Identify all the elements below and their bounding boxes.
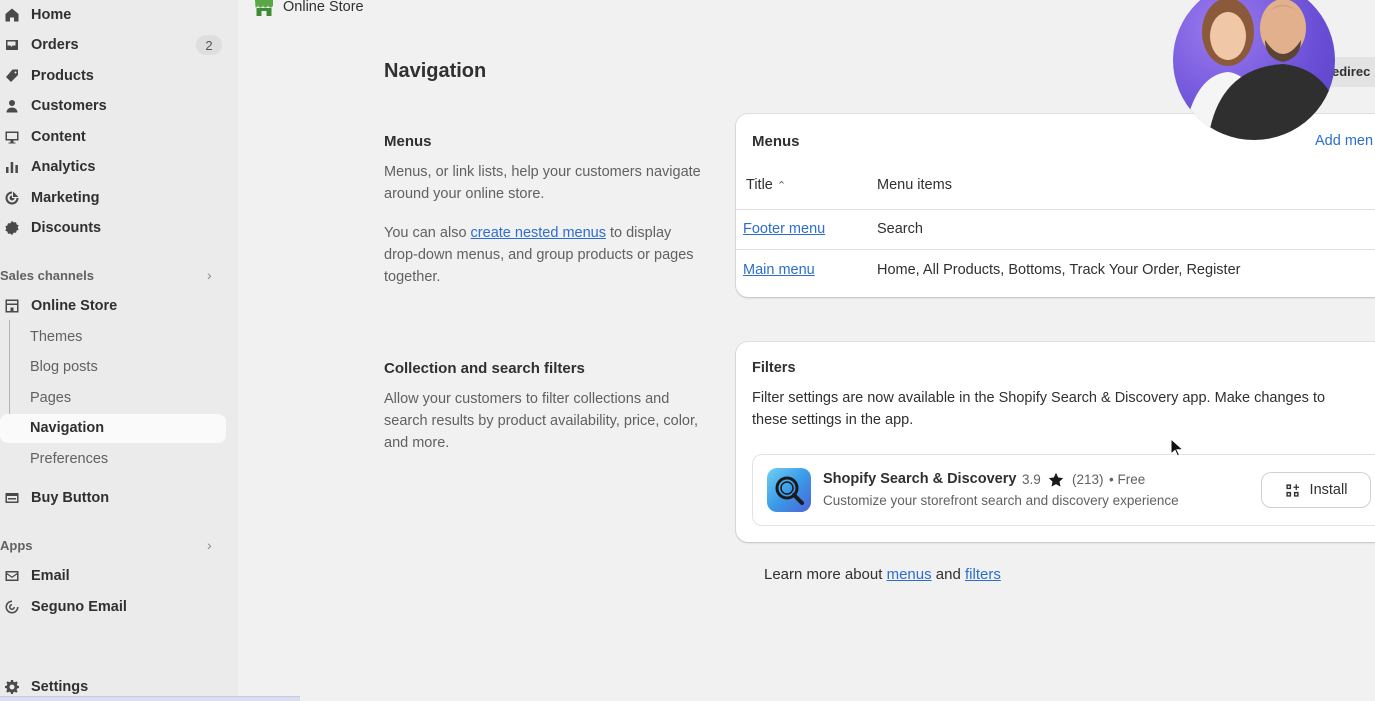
add-menu-button[interactable]: Add men bbox=[1315, 133, 1373, 149]
menus-card: Menus Add men Title ⌃ Menu items Footer … bbox=[736, 114, 1375, 297]
sidebar-item-label: Products bbox=[31, 68, 94, 84]
install-label: Install bbox=[1309, 482, 1348, 498]
footer-menu-link[interactable]: Footer menu bbox=[743, 221, 825, 237]
orders-icon bbox=[1, 34, 23, 56]
sidebar-item-customers[interactable]: Customers bbox=[0, 92, 107, 120]
page-title: Navigation bbox=[384, 60, 487, 82]
gear-icon bbox=[1, 676, 23, 698]
buy-button-icon bbox=[1, 487, 23, 509]
install-apps-icon bbox=[1285, 483, 1299, 497]
sidebar-item-marketing[interactable]: Marketing bbox=[0, 184, 100, 212]
search-discovery-app-icon bbox=[767, 468, 811, 512]
person-icon bbox=[1, 95, 23, 117]
menus-card-title: Menus bbox=[752, 133, 800, 150]
apps-heading: Apps bbox=[0, 538, 33, 553]
menus-section-description: Menus, or link lists, help your customer… bbox=[384, 164, 701, 202]
sidebar-item-label: Seguno Email bbox=[31, 599, 127, 615]
table-divider bbox=[736, 209, 1375, 210]
topbar-title[interactable]: Online Store bbox=[283, 0, 364, 15]
learn-more-text: Learn more about menus and filters bbox=[764, 566, 1001, 583]
sales-channels-chevron-icon[interactable]: › bbox=[207, 267, 212, 283]
column-header-menu-items: Menu items bbox=[877, 177, 952, 193]
content-icon bbox=[1, 126, 23, 148]
sidebar-item-content[interactable]: Content bbox=[0, 123, 86, 151]
main-menu-link[interactable]: Main menu bbox=[743, 262, 815, 278]
sidebar-item-label: Email bbox=[31, 568, 70, 584]
app-rating: 3.9 bbox=[1022, 472, 1041, 487]
table-divider bbox=[736, 249, 1375, 250]
email-icon bbox=[1, 565, 23, 587]
filters-card-text: Filter settings are now available in the… bbox=[752, 390, 1326, 428]
app-name[interactable]: Shopify Search & Discovery bbox=[823, 471, 1016, 487]
create-nested-menus-link[interactable]: create nested menus bbox=[471, 225, 606, 241]
sidebar-item-label: Marketing bbox=[31, 190, 100, 206]
column-header-title[interactable]: Title ⌃ bbox=[746, 177, 786, 193]
sort-icon: ⌃ bbox=[776, 180, 787, 192]
sidebar-sub-preferences[interactable]: Preferences bbox=[30, 451, 108, 467]
mouse-cursor-icon bbox=[1170, 438, 1184, 457]
sidebar-sub-themes[interactable]: Themes bbox=[30, 329, 82, 345]
sidebar-item-products[interactable]: Products bbox=[0, 62, 94, 90]
online-store-icon bbox=[255, 0, 273, 16]
star-icon bbox=[1048, 472, 1064, 487]
app-review-count: (213) bbox=[1072, 472, 1104, 487]
sidebar-item-label: Discounts bbox=[31, 220, 102, 236]
tag-icon bbox=[1, 65, 23, 87]
nested-menus-description: You can also create nested menus to disp… bbox=[384, 225, 694, 285]
seguno-icon bbox=[1, 596, 23, 618]
table-cell-menu-items: Search bbox=[877, 221, 923, 237]
table-cell-menu-items: Home, All Products, Bottoms, Track Your … bbox=[877, 262, 1241, 278]
target-icon bbox=[1, 187, 23, 209]
sidebar-item-label: Settings bbox=[31, 679, 89, 695]
filters-card-title: Filters bbox=[752, 360, 796, 376]
sidebar-item-label: Content bbox=[31, 129, 86, 145]
sidebar: Home Orders 2 Products Customers Content… bbox=[0, 0, 238, 701]
menus-section-heading: Menus bbox=[384, 133, 432, 150]
bottom-strip bbox=[0, 696, 300, 701]
sidebar-item-label: Analytics bbox=[31, 159, 96, 175]
sidebar-item-online-store[interactable]: Online Store bbox=[0, 292, 117, 320]
sidebar-item-seguno-email[interactable]: Seguno Email bbox=[0, 593, 127, 621]
sidebar-item-discounts[interactable]: Discounts bbox=[0, 214, 101, 242]
orders-count-badge: 2 bbox=[196, 35, 222, 55]
filters-help-link[interactable]: filters bbox=[965, 566, 1001, 583]
sidebar-item-home[interactable]: Home bbox=[0, 1, 71, 29]
menus-help-link[interactable]: menus bbox=[887, 566, 932, 583]
sidebar-item-label: Buy Button bbox=[31, 490, 110, 506]
store-icon bbox=[1, 295, 23, 317]
sidebar-item-label: Customers bbox=[31, 98, 107, 114]
sidebar-sub-pages[interactable]: Pages bbox=[30, 390, 71, 406]
sidebar-item-label: Home bbox=[31, 7, 72, 23]
discount-icon bbox=[1, 217, 23, 239]
filters-section-description: Allow your customers to filter collectio… bbox=[384, 391, 699, 451]
app-listing: Shopify Search & Discovery 3.9 (213) • F… bbox=[752, 454, 1375, 526]
sidebar-item-orders[interactable]: Orders bbox=[0, 31, 79, 59]
sidebar-item-email[interactable]: Email bbox=[0, 562, 70, 590]
sidebar-item-buy-button[interactable]: Buy Button bbox=[0, 484, 109, 512]
sidebar-sub-blog-posts[interactable]: Blog posts bbox=[30, 359, 98, 375]
sidebar-sub-navigation[interactable]: Navigation bbox=[30, 420, 104, 436]
install-button[interactable]: Install bbox=[1262, 473, 1370, 507]
sidebar-item-analytics[interactable]: Analytics bbox=[0, 153, 95, 181]
home-icon bbox=[1, 4, 23, 26]
bar-chart-icon bbox=[1, 156, 23, 178]
sidebar-item-label: Orders bbox=[31, 37, 79, 53]
apps-chevron-icon[interactable]: › bbox=[207, 537, 212, 553]
filters-section-heading: Collection and search filters bbox=[384, 360, 585, 377]
sidebar-item-label: Online Store bbox=[31, 298, 118, 314]
app-price: • Free bbox=[1109, 472, 1146, 487]
app-description: Customize your storefront search and dis… bbox=[823, 493, 1179, 508]
sales-channels-heading: Sales channels bbox=[0, 268, 94, 283]
